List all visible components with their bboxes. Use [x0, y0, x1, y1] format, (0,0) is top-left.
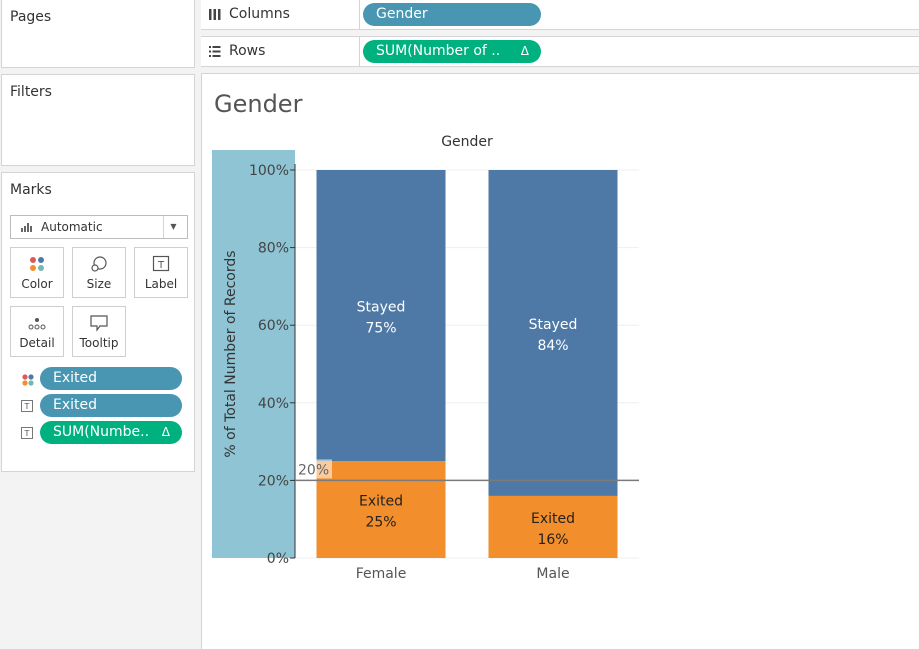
y-tick-label: 20%	[258, 473, 289, 489]
x-tick-label: Male	[536, 566, 569, 582]
column-header: Gender	[441, 134, 493, 150]
y-tick-label: 40%	[258, 396, 289, 412]
chevron-down-icon[interactable]: ▼	[163, 216, 183, 238]
text-label-icon: T	[21, 400, 33, 412]
gender-column-pill[interactable]: Gender	[363, 3, 541, 26]
y-tick-label: 80%	[258, 241, 289, 257]
label-exited-pill[interactable]: Exited	[40, 394, 182, 417]
bar-exited-female[interactable]	[316, 461, 446, 558]
columns-label: Columns	[229, 6, 290, 22]
bar-label-name: Stayed	[529, 317, 578, 333]
size-circles-icon	[73, 255, 125, 273]
columns-shelf[interactable]: Columns Gender	[201, 0, 919, 30]
color-dots-icon	[21, 372, 35, 386]
text-label-icon: T	[21, 427, 33, 439]
detail-button-label: Detail	[19, 336, 55, 350]
bar-chart-icon	[21, 222, 33, 232]
viz-area: Gender Gender Exited 25% Stayed 75% Female Exi…	[201, 73, 919, 649]
label-button[interactable]: T Label	[134, 247, 188, 298]
pages-title: Pages	[10, 9, 52, 25]
filters-title: Filters	[10, 84, 52, 100]
rows-icon	[209, 46, 221, 58]
rows-shelf[interactable]: Rows SUM(Number of .. Δ	[201, 36, 919, 67]
y-tick-label: 60%	[258, 318, 289, 334]
y-tick-label: 0%	[267, 551, 289, 567]
filters-card[interactable]: Filters	[1, 74, 195, 166]
bar-stayed-female[interactable]	[316, 170, 446, 461]
label-button-label: Label	[144, 277, 178, 291]
text-label-icon: T	[135, 255, 187, 273]
size-button[interactable]: Size	[72, 247, 126, 298]
pill-label: SUM(Numbe..	[53, 424, 150, 440]
rows-label: Rows	[229, 43, 266, 59]
svg-text:T: T	[157, 260, 165, 271]
pill-label: Exited	[53, 397, 98, 413]
x-tick-label: Female	[356, 566, 407, 582]
detail-button[interactable]: Detail	[10, 306, 64, 357]
columns-shelf-label: Columns	[201, 0, 360, 29]
bar-label-value: 16%	[537, 532, 568, 548]
pill-label: Gender	[376, 6, 428, 22]
color-exited-pill[interactable]: Exited	[40, 367, 182, 390]
marks-title: Marks	[10, 182, 52, 198]
bar-label-value: 84%	[537, 338, 568, 354]
tooltip-button[interactable]: Tooltip	[72, 306, 126, 357]
reference-line-label: 20%	[298, 462, 329, 478]
tooltip-button-label: Tooltip	[79, 336, 119, 350]
pill-label: Exited	[53, 370, 98, 386]
bar-label-name: Exited	[359, 494, 403, 510]
bar-label-value: 75%	[365, 321, 396, 337]
label-sum-pill[interactable]: SUM(Numbe.. Δ	[40, 421, 182, 444]
color-button-label: Color	[21, 277, 53, 291]
tooltip-bubble-icon	[73, 314, 125, 332]
size-button-label: Size	[86, 277, 112, 291]
delta-icon: Δ	[161, 425, 170, 439]
bar-label-value: 25%	[365, 515, 396, 531]
detail-dots-icon	[11, 314, 63, 332]
sum-rows-pill[interactable]: SUM(Number of .. Δ	[363, 40, 541, 63]
rows-shelf-label: Rows	[201, 37, 360, 66]
y-axis-title: % of Total Number of Records	[223, 250, 239, 457]
bar-label-name: Stayed	[357, 300, 406, 316]
pill-label: SUM(Number of ..	[376, 43, 501, 59]
delta-icon: Δ	[520, 44, 529, 58]
columns-icon	[209, 9, 221, 21]
mark-type-label: Automatic	[41, 220, 103, 234]
color-dots-icon	[11, 255, 63, 273]
y-tick-label: 100%	[249, 163, 289, 179]
bar-label-name: Exited	[531, 511, 575, 527]
pages-card[interactable]: Pages	[1, 0, 195, 68]
mark-type-dropdown[interactable]: Automatic ▼	[10, 215, 188, 239]
bar-chart: Gender Exited 25% Stayed 75% Female Exited 16% S…	[212, 134, 639, 582]
marks-card: Marks Automatic ▼ Color Size T Label Det…	[1, 172, 195, 472]
color-button[interactable]: Color	[10, 247, 64, 298]
